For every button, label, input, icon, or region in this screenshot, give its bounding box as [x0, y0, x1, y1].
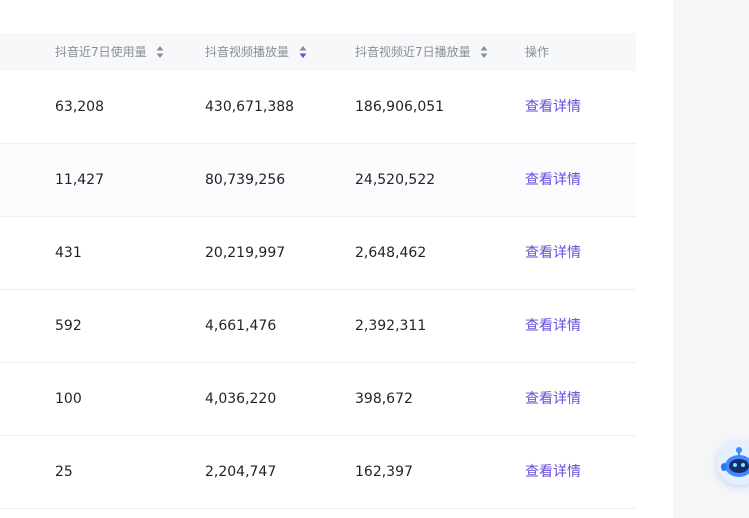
header-plays[interactable]: 抖音视频播放量: [205, 33, 307, 71]
view-details-link[interactable]: 查看详情: [525, 217, 581, 289]
data-table: 抖音近7日使用量 抖音视频播放量 抖音视频近7日播放量 操作 63,208 43…: [0, 33, 636, 509]
cell-plays-7d: 186,906,051: [355, 99, 445, 115]
cell-plays: 2,204,747: [205, 464, 277, 480]
cell-plays-7d: 2,648,462: [355, 245, 427, 261]
cell-plays: 20,219,997: [205, 245, 286, 261]
page: 抖音近7日使用量 抖音视频播放量 抖音视频近7日播放量 操作 63,208 43…: [0, 0, 749, 518]
cell-plays-7d: 24,520,522: [355, 172, 436, 188]
header-action: 操作: [525, 33, 549, 71]
cell-usage-7d: 25: [55, 464, 73, 480]
view-details-link[interactable]: 查看详情: [525, 71, 581, 143]
header-label: 抖音视频近7日播放量: [355, 45, 471, 59]
sort-icon[interactable]: [156, 45, 164, 59]
view-details-link[interactable]: 查看详情: [525, 436, 581, 508]
table-row: 25 2,204,747 162,397 查看详情: [0, 436, 636, 509]
table-row: 431 20,219,997 2,648,462 查看详情: [0, 217, 636, 290]
sort-icon[interactable]: [299, 45, 307, 59]
cell-plays: 4,036,220: [205, 391, 277, 407]
table-header: 抖音近7日使用量 抖音视频播放量 抖音视频近7日播放量 操作: [0, 33, 636, 71]
table-row: 100 4,036,220 398,672 查看详情: [0, 363, 636, 436]
cell-plays: 80,739,256: [205, 172, 286, 188]
cell-plays-7d: 162,397: [355, 464, 413, 480]
cell-usage-7d: 431: [55, 245, 82, 261]
cell-plays: 4,661,476: [205, 318, 277, 334]
table-row: 11,427 80,739,256 24,520,522 查看详情: [0, 144, 636, 217]
cell-usage-7d: 63,208: [55, 99, 104, 115]
table-row: 592 4,661,476 2,392,311 查看详情: [0, 290, 636, 363]
header-usage-7d[interactable]: 抖音近7日使用量: [55, 33, 164, 71]
cell-plays-7d: 398,672: [355, 391, 413, 407]
cell-plays-7d: 2,392,311: [355, 318, 427, 334]
header-label: 抖音视频播放量: [205, 45, 290, 59]
cell-plays: 430,671,388: [205, 99, 295, 115]
sort-icon[interactable]: [480, 45, 488, 59]
cell-usage-7d: 11,427: [55, 172, 104, 188]
cell-usage-7d: 100: [55, 391, 82, 407]
view-details-link[interactable]: 查看详情: [525, 290, 581, 362]
header-label: 操作: [525, 45, 550, 59]
header-plays-7d[interactable]: 抖音视频近7日播放量: [355, 33, 488, 71]
view-details-link[interactable]: 查看详情: [525, 363, 581, 435]
view-details-link[interactable]: 查看详情: [525, 144, 581, 216]
header-label: 抖音近7日使用量: [55, 45, 147, 59]
table-row: 63,208 430,671,388 186,906,051 查看详情: [0, 71, 636, 144]
cell-usage-7d: 592: [55, 318, 82, 334]
